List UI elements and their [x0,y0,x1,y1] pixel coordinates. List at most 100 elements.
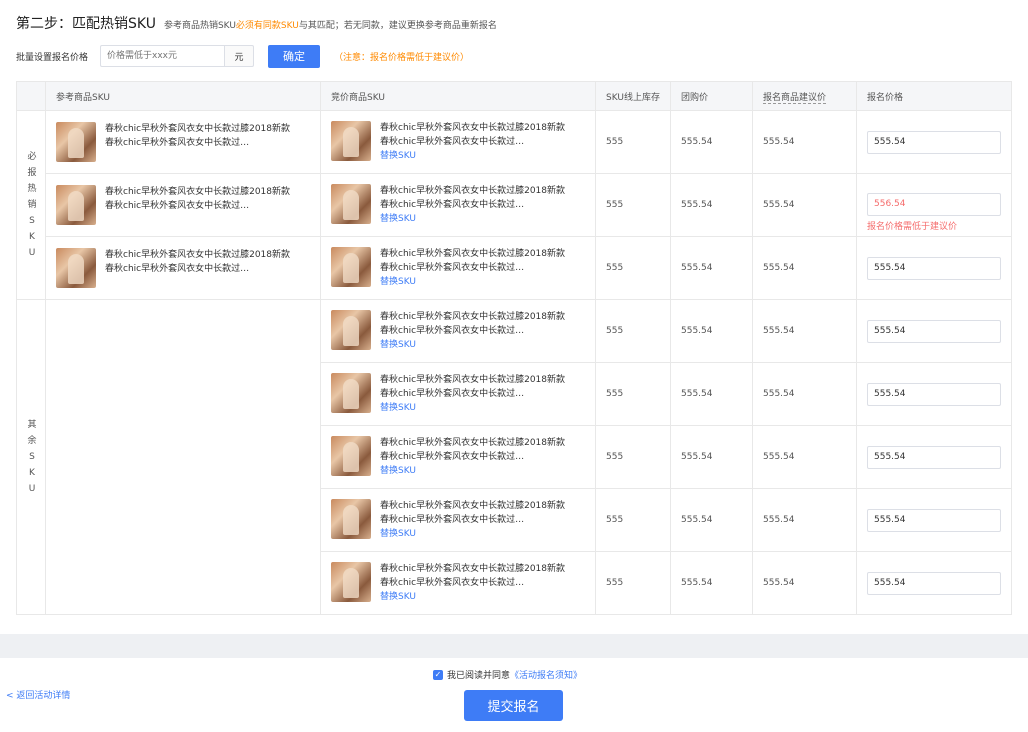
group-price-cell: 555.54 [670,488,753,552]
replace-sku-link[interactable]: 替换SKU [380,149,570,163]
desc-prefix: 参考商品热销SKU [163,21,236,31]
replace-sku-link[interactable]: 替换SKU [380,275,570,289]
price-cell [856,551,1012,615]
table-row: 必报热销SKU 春秋chic早秋外套风衣女中长款过膝2018新款春秋chic早秋… [16,110,1012,300]
group-other-label: 其余SKU [27,420,37,494]
bid-sku-cell: 春秋chic早秋外套风衣女中长款过膝2018新款春秋chic早秋外套风衣女中长款… [320,299,596,363]
activity-notice-link[interactable]: 《活动报名须知》 [510,668,582,681]
product-thumbnail[interactable] [331,499,371,539]
price-input[interactable] [867,382,1001,406]
product-name[interactable]: 春秋chic早秋外套风衣女中长款过膝2018新款春秋chic早秋外套风衣女中长款… [105,122,295,150]
price-input[interactable] [867,445,1001,469]
product-name[interactable]: 春秋chic早秋外套风衣女中长款过膝2018新款春秋chic早秋外套风衣女中长款… [380,310,570,338]
product-thumbnail[interactable] [331,247,371,287]
replace-sku-link[interactable]: 替换SKU [380,338,570,352]
group-hot-sku: 必报热销SKU [16,110,46,300]
suggest-price-cell: 555.54 [752,110,857,174]
product-thumbnail[interactable] [331,436,371,476]
product-name[interactable]: 春秋chic早秋外套风衣女中长款过膝2018新款春秋chic早秋外套风衣女中长款… [105,248,295,276]
stock-cell: 555 [595,551,671,615]
product-name[interactable]: 春秋chic早秋外套风衣女中长款过膝2018新款春秋chic早秋外套风衣女中长款… [380,247,570,275]
suggest-price-cell: 555.54 [752,362,857,426]
group-price-cell: 555.54 [670,236,753,300]
product-name[interactable]: 春秋chic早秋外套风衣女中长款过膝2018新款春秋chic早秋外套风衣女中长款… [380,121,570,149]
group-price-cell: 555.54 [670,551,753,615]
price-input[interactable] [867,130,1001,154]
product-name[interactable]: 春秋chic早秋外套风衣女中长款过膝2018新款春秋chic早秋外套风衣女中长款… [380,184,570,212]
confirm-button[interactable]: 确定 [268,44,321,68]
suggest-price-cell: 555.54 [752,299,857,363]
suggest-price-cell: 555.54 [752,551,857,615]
product-name[interactable]: 春秋chic早秋外套风衣女中长款过膝2018新款春秋chic早秋外套风衣女中长款… [380,373,570,401]
header-suggest-price-label: 报名商品建议价 [763,92,827,104]
product-name[interactable]: 春秋chic早秋外套风衣女中长款过膝2018新款春秋chic早秋外套风衣女中长款… [380,562,570,590]
step-heading: 第二步：匹配热销SKU [16,16,156,32]
price-cell [856,236,1012,300]
replace-sku-link[interactable]: 替换SKU [380,464,570,478]
batch-note: （注意：报名价格需低于建议价） [334,52,470,63]
bid-sku-cell: 春秋chic早秋外套风衣女中长款过膝2018新款春秋chic早秋外套风衣女中长款… [320,110,596,174]
suggest-price-cell: 555.54 [752,173,857,237]
product-name[interactable]: 春秋chic早秋外套风衣女中长款过膝2018新款春秋chic早秋外套风衣女中长款… [105,185,295,213]
replace-sku-link[interactable]: 替换SKU [380,590,570,604]
stock-cell: 555 [595,299,671,363]
ref-sku-cell: 春秋chic早秋外套风衣女中长款过膝2018新款春秋chic早秋外套风衣女中长款… [45,173,321,237]
price-cell [856,425,1012,489]
header-bid-sku: 竞价商品SKU [320,81,596,111]
ref-sku-cell: 春秋chic早秋外套风衣女中长款过膝2018新款春秋chic早秋外套风衣女中长款… [45,110,321,174]
price-cell: 报名价格需低于建议价 [856,173,1012,237]
price-input[interactable] [867,571,1001,595]
product-name[interactable]: 春秋chic早秋外套风衣女中长款过膝2018新款春秋chic早秋外套风衣女中长款… [380,499,570,527]
stock-cell: 555 [595,488,671,552]
header-suggest-price[interactable]: 报名商品建议价 [752,81,857,111]
header-group-price: 团购价 [670,81,753,111]
price-cell [856,110,1012,174]
price-error-message: 报名价格需低于建议价 [867,221,958,232]
product-thumbnail[interactable] [56,185,96,225]
submit-signup-button[interactable]: 提交报名 [464,690,563,721]
back-to-activity-link[interactable]: < 返回活动详情 [6,688,70,701]
product-thumbnail[interactable] [331,121,371,161]
ref-sku-cell: 春秋chic早秋外套风衣女中长款过膝2018新款春秋chic早秋外套风衣女中长款… [45,236,321,300]
agree-text: 我已阅读并同意 [447,671,511,681]
replace-sku-link[interactable]: 替换SKU [380,527,570,541]
batch-price-row: 批量设置报名价格 元 确定 （注意：报名价格需低于建议价） [16,44,469,68]
group-price-cell: 555.54 [670,299,753,363]
group-other-sku: 其余SKU [16,299,46,615]
price-input[interactable] [867,192,1001,216]
desc-suffix: 与其匹配；若无同款，建议更换参考商品重新报名 [298,21,497,31]
price-input[interactable] [867,319,1001,343]
stock-cell: 555 [595,110,671,174]
product-thumbnail[interactable] [56,248,96,288]
product-thumbnail[interactable] [331,562,371,602]
product-thumbnail[interactable] [331,373,371,413]
product-name[interactable]: 春秋chic早秋外套风衣女中长款过膝2018新款春秋chic早秋外套风衣女中长款… [380,436,570,464]
table-header-row: 参考商品SKU 竞价商品SKU SKU线上库存 团购价 报名商品建议价 报名价格 [16,81,1012,111]
bid-sku-cell: 春秋chic早秋外套风衣女中长款过膝2018新款春秋chic早秋外套风衣女中长款… [320,173,596,237]
stock-cell: 555 [595,362,671,426]
group-price-cell: 555.54 [670,362,753,426]
replace-sku-link[interactable]: 替换SKU [380,401,570,415]
batch-price-label: 批量设置报名价格 [16,52,89,63]
footer-bar: < 返回活动详情 ✓ 我已阅读并同意 《活动报名须知》 提交报名 [0,658,1028,732]
agreement-row: ✓ 我已阅读并同意 《活动报名须知》 [433,668,582,681]
table-row: 春秋chic早秋外套风衣女中长款过膝2018新款春秋chic早秋外套风衣女中长款… [17,236,1012,300]
ref-sku-cell-empty [45,299,321,615]
price-input[interactable] [867,508,1001,532]
replace-sku-link[interactable]: 替换SKU [380,212,570,226]
bid-sku-cell: 春秋chic早秋外套风衣女中长款过膝2018新款春秋chic早秋外套风衣女中长款… [320,236,596,300]
price-input[interactable] [867,256,1001,280]
header-ref-sku: 参考商品SKU [45,81,321,111]
product-thumbnail[interactable] [331,310,371,350]
agree-checkbox[interactable]: ✓ [433,669,443,680]
group-price-cell: 555.54 [670,110,753,174]
bid-sku-cell: 春秋chic早秋外套风衣女中长款过膝2018新款春秋chic早秋外套风衣女中长款… [320,425,596,489]
suggest-price-cell: 555.54 [752,425,857,489]
stock-cell: 555 [595,173,671,237]
step-description: 参考商品热销SKU必须有同款SKU与其匹配；若无同款，建议更换参考商品重新报名 [164,21,497,31]
product-thumbnail[interactable] [56,122,96,162]
table-row: 春秋chic早秋外套风衣女中长款过膝2018新款春秋chic早秋外套风衣女中长款… [17,173,1012,237]
batch-price-input[interactable] [100,45,225,67]
table-row: 其余SKU 春秋chic早秋外套风衣女中长款过膝2018新款春秋chic早秋外套… [16,299,1012,615]
product-thumbnail[interactable] [331,184,371,224]
